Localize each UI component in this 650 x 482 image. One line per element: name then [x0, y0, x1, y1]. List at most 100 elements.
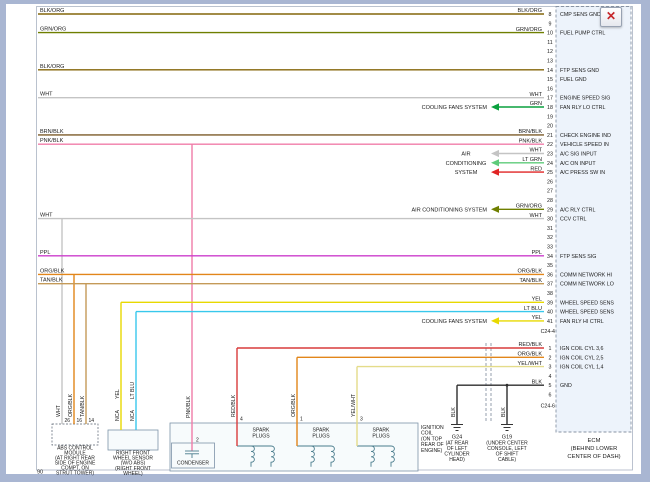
wire-drop-label: BLK [451, 407, 457, 417]
wire-color-right: LT GRN [522, 157, 542, 163]
wire-drop-pin: 4 [240, 417, 243, 423]
wire-color-right: ORG/BLK [518, 352, 543, 358]
wire-drop-pin: 3 [360, 417, 363, 423]
ecm-pin-label: COMM NETWORK HI [560, 272, 612, 278]
ecm-pin-label: CHECK ENGINE IND [560, 133, 611, 139]
ecm-pin-number: 18 [547, 105, 553, 111]
ecm-pin-number: 31 [547, 226, 553, 232]
ecm-pin-label: FUEL GND [560, 77, 587, 83]
ecm-pin-label: CCV CTRL [560, 217, 587, 223]
ecm-pin-number: 32 [547, 235, 553, 241]
ecm-pin-number: 22 [547, 142, 553, 148]
ecm-pin-number: 17 [547, 96, 553, 102]
ecm-pin-label: A/C SIG INPUT [560, 152, 598, 158]
wire-junction [506, 384, 509, 387]
spark-plugs-label: PLUGS [372, 434, 390, 440]
wire-color-right: YEL/WHT [518, 361, 543, 367]
wire-drop-label: YEL [115, 389, 121, 399]
ecm-pin-number: 9 [549, 21, 552, 27]
ecm-pin-number: 3 [549, 365, 552, 371]
close-button[interactable]: ✕ [600, 7, 622, 27]
wire-color-right: YEL [532, 297, 542, 303]
wire-drop-pin: NCA [130, 410, 136, 421]
ecm-pin-number: 38 [547, 291, 553, 297]
wire-drop-label: BLK [501, 407, 507, 417]
ecm-title: CENTER OF DASH) [567, 454, 620, 460]
wire-color-right: GRN/ORG [516, 27, 542, 33]
wire-color-left: GRN/ORG [40, 27, 66, 33]
wire-drop-label: PNK/BLK [186, 396, 192, 418]
ecm-title: ECM [588, 438, 601, 444]
ignition-coil-label: ENGINE) [421, 448, 443, 454]
wire-drop-pin: 26 [65, 418, 71, 424]
wire-color-left: PPL [40, 250, 50, 256]
ecm-pin-label: IGN COIL CYL 3,6 [560, 346, 604, 352]
wire-color-left: WHT [40, 213, 53, 219]
page-number: 90 [37, 470, 43, 476]
ecm-pin-label: WHEEL SPEED SENS [560, 300, 614, 306]
ecm-pin-number: 23 [547, 152, 553, 158]
wire-color-right: WHT [529, 92, 542, 98]
ecm-pin-label: A/C RLY CTRL [560, 207, 595, 213]
wire-drop-label: LT BLU [130, 382, 136, 399]
wire-color-right: GRN [530, 101, 542, 107]
ecm-pin-number: 13 [547, 59, 553, 65]
wire-drop-label: YEL/WHT [351, 393, 357, 417]
wire-color-left: BRN/BLK [40, 129, 64, 135]
ecm-pin-label: FTP SENS SIG [560, 254, 596, 260]
ecm-pin-number: 39 [547, 300, 553, 306]
wire-color-right: TAN/BLK [519, 278, 542, 284]
ecm-pin-number: 16 [547, 86, 553, 92]
wire-color-right: ORG/BLK [518, 269, 543, 275]
wire-color-right: YEL [532, 315, 542, 321]
wiring-diagram-window: 8CMP SENS GND910FUEL PUMP CTRL11121314FT… [0, 0, 650, 482]
ecm-pin-number: 15 [547, 77, 553, 83]
ecm-pin-number: 33 [547, 245, 553, 251]
ecm-pin-label: IGN COIL CYL 2,5 [560, 355, 604, 361]
ecm-pin-number: 10 [547, 31, 553, 37]
ecm-pin-number: 6 [549, 393, 552, 399]
ecm-pin-label: A/C ON INPUT [560, 161, 596, 167]
system-label: AIR CONDITIONING SYSTEM [412, 207, 488, 213]
ecm-pin-number: 8 [549, 12, 552, 18]
ecm-pin-number: 41 [547, 319, 553, 325]
wire-color-right: GRN/ORG [516, 204, 542, 210]
wire-drop-label: ORG/BLK [291, 393, 297, 417]
wire-color-right: BLK [532, 379, 543, 385]
ecm-pin-number: 40 [547, 310, 553, 316]
wire-color-right: WHT [529, 148, 542, 154]
wire-color-right: PPL [532, 250, 542, 256]
ecm-pin-number: 19 [547, 114, 553, 120]
wire-color-left: BLK/ORG [40, 8, 64, 14]
ecm-pin-number: 34 [547, 254, 553, 260]
ecm-pin-number: 1 [549, 346, 552, 352]
wire-color-right: RED/BLK [518, 342, 542, 348]
ecm-pin-label: FTP SENS GND [560, 68, 599, 74]
ecm-pin-label: A/C PRESS SW IN [560, 170, 605, 176]
abs-module-label: STRUT TOWER) [56, 471, 94, 477]
ecm-pin-number: 35 [547, 263, 553, 269]
ecm-pin-label: WHEEL SPEED SENS [560, 310, 614, 316]
ecm-pin-label: FAN RLY HI CTRL [560, 319, 604, 325]
spark-plugs-label: PLUGS [252, 434, 270, 440]
condenser-label: CONDENSER [177, 461, 209, 467]
wheel-sensor-label: WHEEL) [123, 471, 143, 477]
ecm-pin-label: GND [560, 383, 572, 389]
wire-color-left: TAN/BLK [40, 278, 63, 284]
system-label: COOLING FANS SYSTEM [422, 319, 488, 325]
ecm-pin-label: COMM NETWORK LO [560, 282, 614, 288]
wire-color-right: BRN/BLK [518, 129, 542, 135]
wire-color-left: ORG/BLK [40, 268, 65, 274]
ecm-pin-label: VEHICLE SPEED IN [560, 142, 609, 148]
ecm-pin-label: FAN RLY LO CTRL [560, 105, 605, 111]
g19-location: CABLE) [498, 457, 516, 463]
ecm-pin-number: 26 [547, 179, 553, 185]
g24-location: HEAD) [449, 457, 465, 463]
system-label: SYSTEM [455, 170, 478, 176]
ecm-pin-label: CMP SENS GND [560, 12, 601, 18]
ecm-pin-number: 24 [547, 161, 553, 167]
spark-plugs-label: PLUGS [312, 434, 330, 440]
wheel-sensor-box [108, 430, 158, 450]
ecm-pin-number: 11 [547, 40, 553, 46]
ecm-pin-number: 20 [547, 124, 553, 130]
